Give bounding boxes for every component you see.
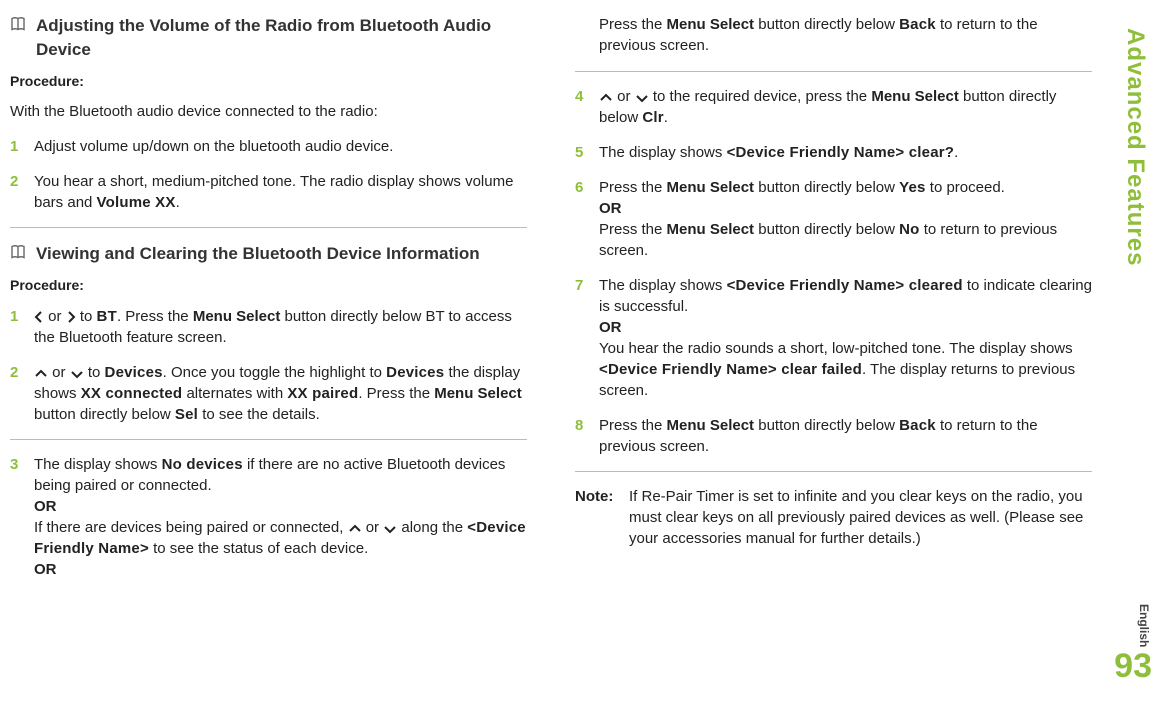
step-number: 8 (575, 415, 593, 436)
step-body: The display shows <Device Friendly Name>… (599, 275, 1092, 401)
bold-text: Menu Select (667, 221, 755, 238)
language-tag: English (1135, 604, 1152, 647)
step-number: 1 (10, 136, 28, 157)
step: 4 or to the required device, press the M… (575, 86, 1092, 128)
side-tab-label: Advanced Features (1118, 28, 1152, 266)
step-list: 4 or to the required device, press the M… (575, 86, 1092, 457)
ui-label: Back (899, 417, 936, 434)
section-title: Adjusting the Volume of the Radio from B… (10, 14, 527, 62)
ui-label: Sel (175, 406, 198, 423)
step-number: 5 (575, 142, 593, 163)
step-body: or to the required device, press the Men… (599, 86, 1092, 128)
nav-up-caret-icon (348, 524, 362, 534)
section-title-text: Adjusting the Volume of the Radio from B… (36, 14, 527, 62)
bold-text: Menu Select (193, 308, 281, 325)
nav-down-caret-icon (383, 524, 397, 534)
section-title: Viewing and Clearing the Bluetooth Devic… (10, 242, 527, 266)
section-title-text: Viewing and Clearing the Bluetooth Devic… (36, 242, 480, 266)
ui-label: XX connected (81, 385, 183, 402)
step-body: or to BT. Press the Menu Select button d… (34, 306, 527, 348)
continuation-text: Press the Menu Select button directly be… (599, 14, 1092, 56)
bold-text: Menu Select (667, 16, 755, 33)
bold-text: OR (34, 561, 57, 578)
manual-page: Advanced Features English 93 Adjusting t… (0, 0, 1162, 701)
left-column: Adjusting the Volume of the Radio from B… (10, 10, 527, 594)
divider (10, 439, 527, 440)
book-icon (10, 244, 28, 260)
ui-label: <Device Friendly Name> clear? (727, 144, 955, 161)
ui-label: Volume XX (97, 194, 176, 211)
nav-up-caret-icon (599, 93, 613, 103)
step-body: The display shows <Device Friendly Name>… (599, 142, 1092, 163)
step-body: The display shows No devices if there ar… (34, 454, 527, 580)
ui-label: BT (97, 308, 117, 325)
step-list: 1 or to BT. Press the Menu Select button… (10, 306, 527, 580)
bold-text: OR (599, 319, 622, 336)
bold-text: OR (34, 498, 57, 515)
nav-down-caret-icon (635, 93, 649, 103)
step-number: 2 (10, 171, 28, 192)
step: 2 You hear a short, medium-pitched tone. … (10, 171, 527, 213)
step: 2 or to Devices. Once you toggle the hig… (10, 362, 527, 425)
step-number: 2 (10, 362, 28, 383)
note: Note: If Re-Pair Timer is set to infinit… (575, 486, 1092, 549)
ui-label: No (899, 221, 919, 238)
bold-text: Menu Select (434, 385, 522, 402)
divider (575, 71, 1092, 72)
bold-text: Menu Select (667, 179, 755, 196)
step: 7 The display shows <Device Friendly Name… (575, 275, 1092, 401)
ui-label: XX paired (287, 385, 358, 402)
ui-label: <Device Friendly Name> (34, 519, 526, 557)
step: 8 Press the Menu Select button directly b… (575, 415, 1092, 457)
note-label: Note: (575, 486, 629, 507)
bold-text: OR (599, 200, 622, 217)
step: 6 Press the Menu Select button directly b… (575, 177, 1092, 261)
step-body: or to Devices. Once you toggle the highl… (34, 362, 527, 425)
step-number: 7 (575, 275, 593, 296)
step: 1 Adjust volume up/down on the bluetooth … (10, 136, 527, 157)
ui-label: <Device Friendly Name> cleared (727, 277, 963, 294)
ui-label: No devices (162, 456, 243, 473)
bold-text: Menu Select (667, 417, 755, 434)
right-column: Press the Menu Select button directly be… (575, 10, 1092, 594)
intro-text: With the Bluetooth audio device connecte… (10, 101, 527, 122)
step-body: Press the Menu Select button directly be… (599, 177, 1092, 261)
ui-label: Clr (642, 109, 663, 126)
page-number: 93 (1114, 643, 1152, 691)
step-body: Adjust volume up/down on the bluetooth a… (34, 136, 527, 157)
divider (575, 471, 1092, 472)
ui-label: <Device Friendly Name> clear failed (599, 361, 862, 378)
step: 1 or to BT. Press the Menu Select button… (10, 306, 527, 348)
step-number: 6 (575, 177, 593, 198)
bold-text: Menu Select (871, 88, 959, 105)
nav-down-caret-icon (70, 369, 84, 379)
step-list: 1 Adjust volume up/down on the bluetooth … (10, 136, 527, 213)
step: 3 The display shows No devices if there a… (10, 454, 527, 580)
ui-label: Devices (386, 364, 444, 381)
ui-label: Devices (105, 364, 163, 381)
book-icon (10, 16, 28, 32)
step-body: Press the Menu Select button directly be… (599, 415, 1092, 457)
step-number: 1 (10, 306, 28, 327)
nav-left-caret-icon (34, 311, 44, 323)
ui-label: Yes (899, 179, 925, 196)
note-body: If Re-Pair Timer is set to infinite and … (629, 486, 1092, 549)
procedure-label: Procedure: (10, 72, 527, 92)
step-number: 4 (575, 86, 593, 107)
nav-right-caret-icon (66, 311, 76, 323)
nav-up-caret-icon (34, 369, 48, 379)
procedure-label: Procedure: (10, 276, 527, 296)
step-number: 3 (10, 454, 28, 475)
ui-label: Back (899, 16, 936, 33)
step-body: You hear a short, medium-pitched tone. T… (34, 171, 527, 213)
step: 5 The display shows <Device Friendly Name… (575, 142, 1092, 163)
divider (10, 227, 527, 228)
